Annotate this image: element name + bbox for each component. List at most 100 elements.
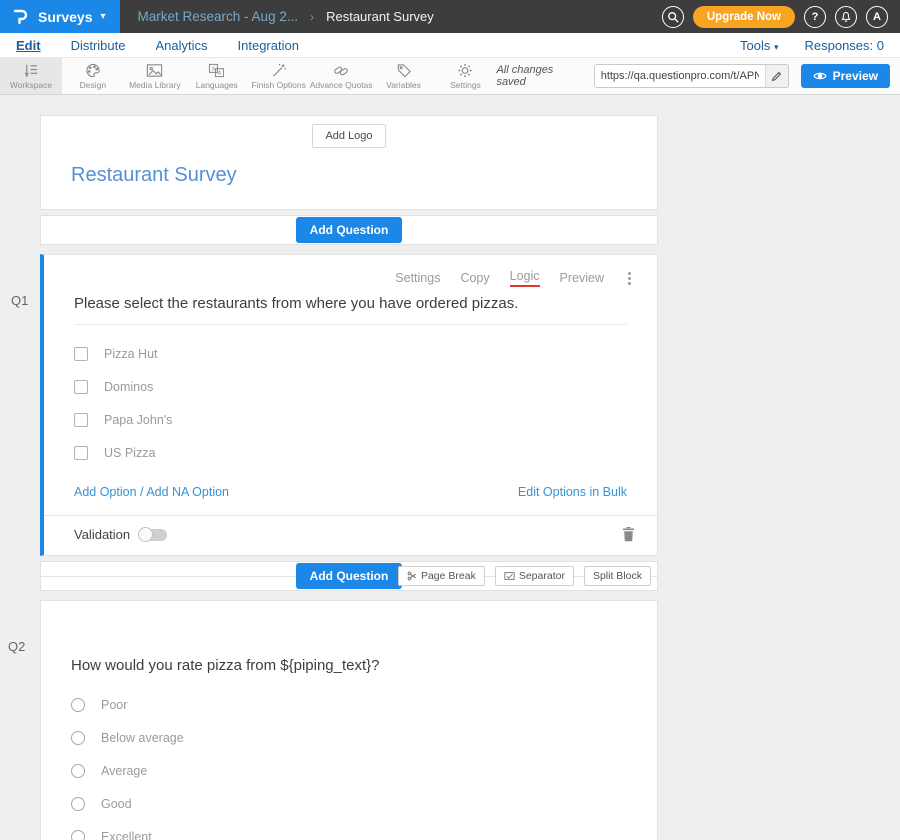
survey-title[interactable]: Restaurant Survey <box>41 148 657 209</box>
validation-label: Validation <box>74 527 130 542</box>
breadcrumb-separator-icon: › <box>310 10 314 24</box>
brand-label: Surveys <box>38 9 92 25</box>
edit-options-in-bulk-link[interactable]: Edit Options in Bulk <box>518 485 627 499</box>
survey-url-input[interactable] <box>595 70 765 82</box>
survey-header-card: Add Logo Restaurant Survey <box>40 115 658 210</box>
delete-question-button[interactable] <box>622 527 635 542</box>
q2-options: Poor Below average Average Good Excellen… <box>71 698 627 840</box>
q1-option-3-checkbox[interactable] <box>74 413 88 427</box>
bell-icon <box>840 11 852 23</box>
q1-logic-link[interactable]: Logic <box>510 269 540 287</box>
notifications-button[interactable] <box>835 6 857 28</box>
scissors-icon <box>407 571 417 581</box>
tab-edit[interactable]: Edit <box>16 38 41 53</box>
q2-option-1-label[interactable]: Poor <box>101 698 127 712</box>
languages-icon: X A <box>208 63 225 78</box>
breadcrumb: Market Research - Aug 2... › Restaurant … <box>138 9 434 24</box>
questionpro-logo-icon <box>10 7 30 27</box>
tool-variables[interactable]: Variables <box>373 58 435 94</box>
top-bar: Surveys ▾ Market Research - Aug 2... › R… <box>0 0 900 33</box>
q2-option-row: Average <box>71 764 627 778</box>
tool-workspace[interactable]: Workspace <box>0 58 62 94</box>
tool-advance-quotas[interactable]: Advance Quotas <box>310 58 373 94</box>
q2-option-3-radio[interactable] <box>71 764 85 778</box>
question-number-q1: Q1 <box>11 293 28 308</box>
preview-button[interactable]: Preview <box>801 64 890 88</box>
q1-option-4-label[interactable]: US Pizza <box>104 446 155 460</box>
q2-option-1-radio[interactable] <box>71 698 85 712</box>
insert-strip-top: Add Question <box>40 215 658 245</box>
page-break-button[interactable]: Page Break <box>398 566 485 586</box>
q2-question-text[interactable]: How would you rate pizza from ${piping_t… <box>71 657 627 674</box>
chevron-down-icon: ▾ <box>100 11 105 22</box>
question-number-q2: Q2 <box>8 639 25 654</box>
q1-option-1-label[interactable]: Pizza Hut <box>104 347 158 361</box>
subnav-right: Tools ▾ Responses: 0 <box>740 38 884 53</box>
q1-option-row: Papa John's <box>74 413 627 427</box>
account-avatar[interactable]: A <box>866 6 888 28</box>
trash-icon <box>622 527 635 542</box>
editor-toolbar: Workspace Design Media Library X A Langu… <box>0 57 900 95</box>
tag-icon <box>396 63 412 78</box>
validation-toggle[interactable] <box>140 529 167 541</box>
survey-url-box <box>594 64 789 88</box>
q2-option-4-label[interactable]: Good <box>101 797 132 811</box>
breadcrumb-current: Restaurant Survey <box>326 9 434 24</box>
tab-integration[interactable]: Integration <box>238 38 299 53</box>
q1-settings-link[interactable]: Settings <box>395 271 440 285</box>
q1-copy-link[interactable]: Copy <box>460 271 489 285</box>
q1-option-2-label[interactable]: Dominos <box>104 380 153 394</box>
search-icon <box>667 11 679 23</box>
insert-strip-middle: Add Question Page Break Separator Split … <box>40 561 658 591</box>
q1-option-4-checkbox[interactable] <box>74 446 88 460</box>
save-status: All changes saved <box>496 64 581 88</box>
q1-option-3-label[interactable]: Papa John's <box>104 413 172 427</box>
svg-text:A: A <box>218 70 222 76</box>
q1-validation-row: Validation <box>44 515 657 555</box>
q2-option-2-radio[interactable] <box>71 731 85 745</box>
kebab-icon <box>628 272 631 275</box>
q1-options: Pizza Hut Dominos Papa John's US Pizza <box>44 325 657 460</box>
tool-finish-options[interactable]: Finish Options <box>248 58 310 94</box>
q2-option-3-label[interactable]: Average <box>101 764 147 778</box>
tab-analytics[interactable]: Analytics <box>155 38 207 53</box>
edit-url-button[interactable] <box>765 65 788 87</box>
toolbar-right: All changes saved Preview <box>496 58 900 94</box>
q2-option-5-radio[interactable] <box>71 830 85 840</box>
search-button[interactable] <box>662 6 684 28</box>
sub-nav: Edit Distribute Analytics Integration To… <box>0 33 900 57</box>
q1-option-links: Add Option / Add NA Option Edit Options … <box>44 479 657 515</box>
add-logo-button[interactable]: Add Logo <box>312 124 385 148</box>
add-option-link[interactable]: Add Option <box>74 485 137 499</box>
split-block-button[interactable]: Split Block <box>584 566 651 586</box>
pencil-icon <box>771 71 782 82</box>
workspace-icon <box>22 63 39 78</box>
upgrade-now-button[interactable]: Upgrade Now <box>693 6 795 28</box>
q1-option-1-checkbox[interactable] <box>74 347 88 361</box>
add-na-option-link[interactable]: Add NA Option <box>146 485 229 499</box>
breadcrumb-parent[interactable]: Market Research - Aug 2... <box>138 9 299 24</box>
insert-buttons: Page Break Separator Split Block <box>398 566 651 586</box>
eye-icon <box>813 71 827 81</box>
add-question-button[interactable]: Add Question <box>296 563 403 589</box>
q1-more-menu[interactable] <box>624 270 635 287</box>
survey-canvas: Add Logo Restaurant Survey Add Question … <box>0 95 900 840</box>
separator-button[interactable]: Separator <box>495 566 574 586</box>
q1-option-2-checkbox[interactable] <box>74 380 88 394</box>
q2-option-5-label[interactable]: Excellent <box>101 830 152 840</box>
tool-design[interactable]: Design <box>62 58 124 94</box>
surveys-menu[interactable]: Surveys ▾ <box>0 0 120 33</box>
q2-option-4-radio[interactable] <box>71 797 85 811</box>
q1-preview-link[interactable]: Preview <box>560 271 604 285</box>
q1-question-text[interactable]: Please select the restaurants from where… <box>74 295 627 325</box>
q1-option-row: Pizza Hut <box>74 347 627 361</box>
tool-media-library[interactable]: Media Library <box>124 58 186 94</box>
tab-distribute[interactable]: Distribute <box>71 38 126 53</box>
tool-settings[interactable]: Settings <box>434 58 496 94</box>
separator-icon <box>504 571 515 581</box>
tools-menu[interactable]: Tools ▾ <box>740 38 779 53</box>
q2-option-2-label[interactable]: Below average <box>101 731 184 745</box>
add-question-button[interactable]: Add Question <box>296 217 403 243</box>
tool-languages[interactable]: X A Languages <box>186 58 248 94</box>
help-button[interactable]: ? <box>804 6 826 28</box>
